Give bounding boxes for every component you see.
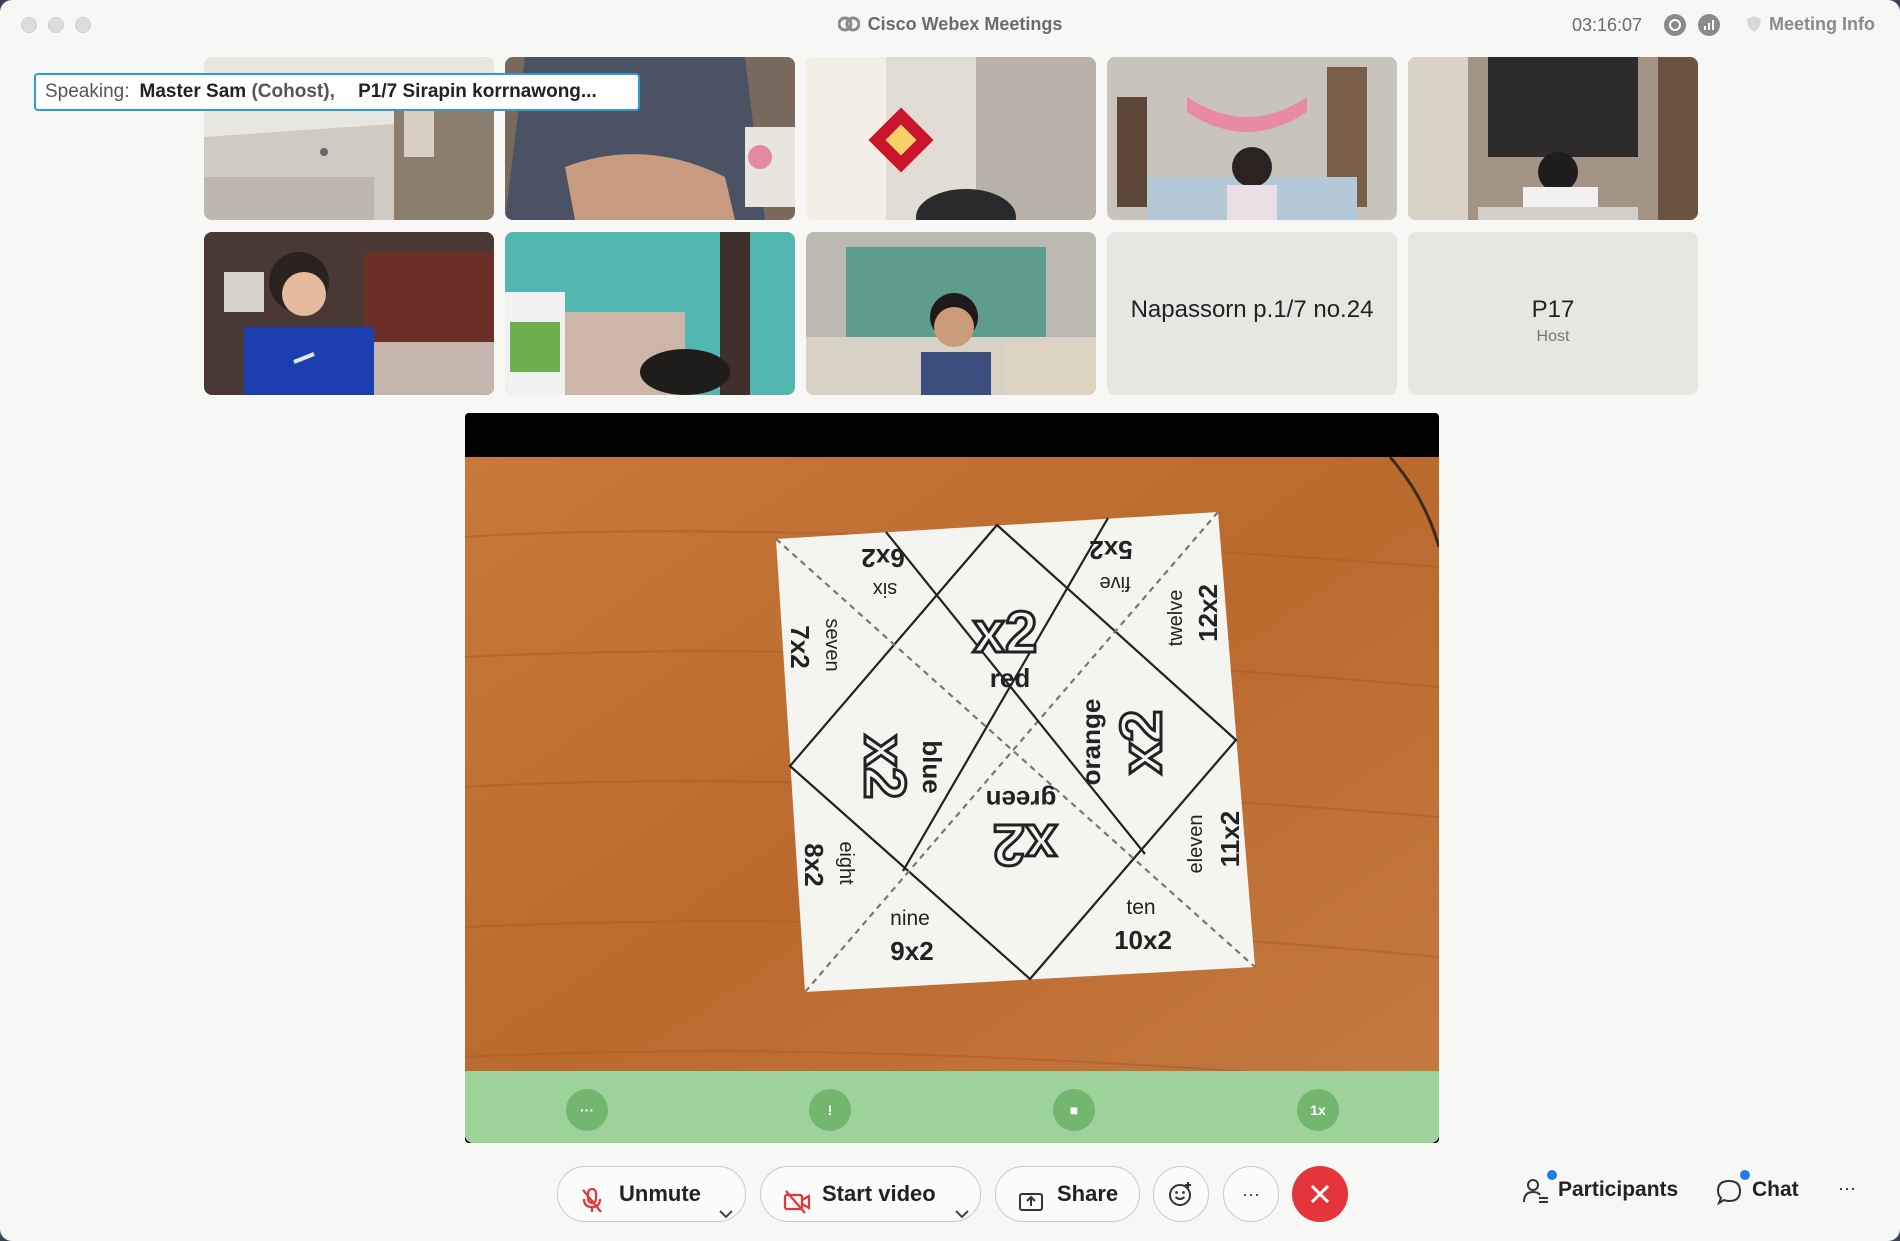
participant-role: Host (1536, 328, 1570, 345)
fortune-color-label: blue (917, 740, 947, 793)
participant-video (505, 232, 795, 395)
video-tile-4[interactable] (1107, 57, 1397, 220)
fortune-label: 7x2 (785, 625, 815, 668)
fortune-label: 11x2 (1215, 811, 1245, 867)
fortune-label: 12x2 (1193, 584, 1223, 642)
chevron-down-icon[interactable] (954, 1187, 970, 1241)
chevron-down-icon[interactable] (718, 1187, 734, 1241)
fortune-label: 10x2 (1114, 925, 1172, 955)
more-button[interactable]: ··· (1223, 1166, 1279, 1222)
fortune-label: 5x2 (1089, 535, 1132, 565)
speaking-label: Speaking: (45, 81, 130, 102)
close-icon (1310, 1184, 1330, 1204)
chat-bubble-icon (1716, 1178, 1744, 1212)
speaker-role: (Cohost) (251, 81, 330, 102)
microphone-muted-icon (580, 1181, 604, 1235)
fortune-color-label: orange (1076, 699, 1106, 786)
start-video-label: Start video (822, 1181, 936, 1206)
participant-video (204, 232, 494, 395)
fortune-label: six (873, 578, 897, 600)
meeting-info-button[interactable]: Meeting Info (1745, 14, 1875, 35)
network-quality-icon[interactable] (1698, 14, 1720, 36)
more-options-button[interactable]: ··· (566, 1089, 608, 1131)
fortune-color-label: green (986, 785, 1057, 815)
video-tile-6[interactable] (204, 232, 494, 395)
chat-label: Chat (1752, 1178, 1799, 1201)
start-video-button[interactable]: Start video (760, 1166, 981, 1222)
participants-icon (1522, 1176, 1550, 1212)
video-tile-7[interactable] (505, 232, 795, 395)
fortune-color-label: red (990, 663, 1030, 693)
reactions-button[interactable] (1153, 1166, 1209, 1222)
participant-video (1408, 57, 1698, 220)
shield-icon (1745, 15, 1763, 33)
pointer-button[interactable]: ! (809, 1089, 851, 1131)
fortune-label: eight (835, 841, 857, 885)
app-title-text: Cisco Webex Meetings (867, 14, 1063, 34)
video-tile-3[interactable] (806, 57, 1096, 220)
unmute-label: Unmute (619, 1181, 701, 1206)
video-tile-5[interactable] (1408, 57, 1698, 220)
fortune-label: twelve (1165, 590, 1187, 647)
stop-button[interactable]: ■ (1053, 1089, 1095, 1131)
webex-window: Cisco Webex Meetings 03:16:07 Meeting In… (0, 0, 1900, 1241)
video-tile-8[interactable] (806, 232, 1096, 395)
speaking-indicator: Speaking: Master Sam (Cohost), P1/7 Sirap… (34, 73, 640, 111)
share-label: Share (1057, 1181, 1119, 1206)
smiley-icon (1169, 1182, 1191, 1206)
participant-video (806, 232, 1096, 395)
meeting-info-label: Meeting Info (1769, 14, 1875, 34)
meeting-clock: 03:16:07 (1572, 15, 1643, 35)
media-playbar: ··· ! ■ 1x (465, 1071, 1439, 1143)
title-bar: Cisco Webex Meetings 03:16:07 Meeting In… (0, 0, 1900, 50)
recording-status-icon[interactable] (1664, 14, 1686, 36)
participant-name: Napassorn p.1/7 no.24 (1130, 296, 1374, 323)
host-tile[interactable]: P17 Host (1408, 232, 1698, 395)
playback-speed-button[interactable]: 1x (1297, 1089, 1339, 1131)
participant-video (806, 57, 1096, 220)
fortune-big-x2: x2 (852, 735, 917, 800)
participant-video (1107, 57, 1397, 220)
fortune-label: nine (890, 907, 930, 930)
name-tile[interactable]: Napassorn p.1/7 no.24 (1107, 232, 1397, 395)
share-button[interactable]: Share (995, 1166, 1140, 1222)
fortune-label: eleven (1185, 815, 1207, 874)
fortune-label: ten (1126, 896, 1155, 919)
shared-screen[interactable]: 6x2 six 5x2 five 7x2 seven 12x2 twelve 8… (465, 413, 1439, 1143)
participants-label: Participants (1558, 1178, 1679, 1201)
overflow-menu-button[interactable]: ··· (1838, 1178, 1856, 1199)
speaker-name: P1/7 Sirapin korrnawong... (358, 81, 597, 102)
fortune-label: five (1099, 572, 1130, 594)
fortune-label: 8x2 (799, 843, 829, 886)
participant-name: P17 (1531, 296, 1575, 323)
fortune-big-x2: x2 (1109, 710, 1174, 775)
fortune-teller-video: 6x2 six 5x2 five 7x2 seven 12x2 twelve 8… (465, 457, 1439, 1117)
notification-badge (1547, 1170, 1557, 1180)
unmute-button[interactable]: Unmute (557, 1166, 746, 1222)
fortune-label: 6x2 (861, 543, 904, 573)
speaker-separator: , (329, 81, 335, 102)
leave-meeting-button[interactable] (1292, 1166, 1348, 1222)
speaker-name: Master Sam (139, 81, 247, 102)
fortune-big-x2: x2 (973, 600, 1038, 665)
fortune-label: seven (821, 618, 843, 671)
fortune-label: 9x2 (890, 936, 933, 966)
webex-logo-icon (837, 15, 861, 38)
share-screen-icon (1018, 1181, 1044, 1235)
notification-badge (1740, 1170, 1750, 1180)
video-off-icon (783, 1181, 811, 1235)
fortune-big-x2: x2 (993, 812, 1058, 877)
